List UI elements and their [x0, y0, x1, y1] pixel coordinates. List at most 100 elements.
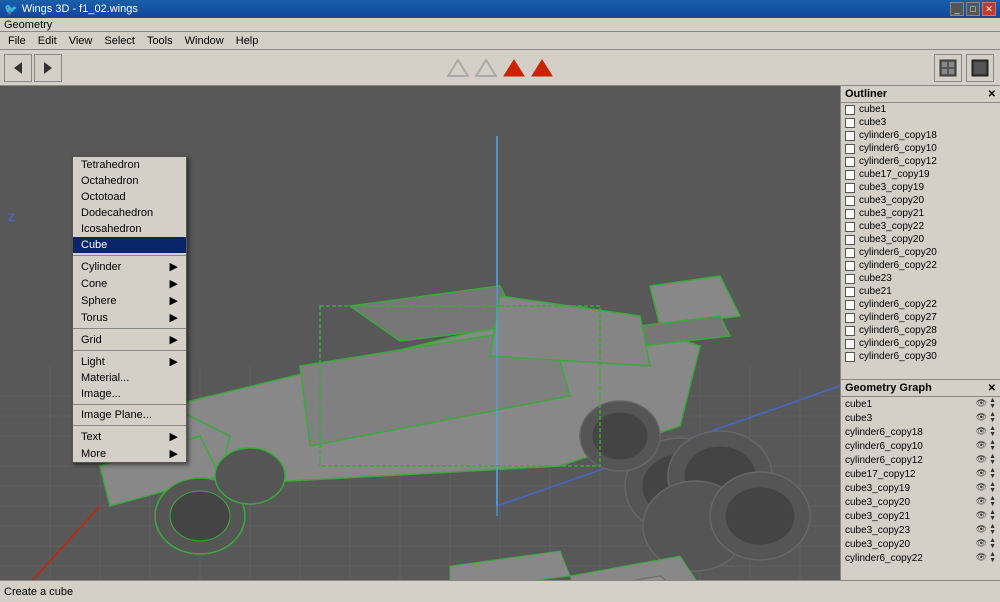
outliner-item[interactable]: cylinder6_copy10: [841, 142, 1000, 155]
outliner-list[interactable]: cube1cube3cylinder6_copy18cylinder6_copy…: [841, 103, 1000, 376]
outliner-item[interactable]: cube23: [841, 272, 1000, 285]
toolbar-left-btn1[interactable]: [4, 54, 32, 82]
geo-graph-list[interactable]: cube1 👁 ▲ ▼ cube3 👁 ▲ ▼ cylinder6_copy18…: [841, 397, 1000, 577]
geo-graph-item[interactable]: cylinder6_copy10 👁 ▲ ▼: [841, 439, 1000, 453]
outliner-checkbox[interactable]: [845, 118, 855, 128]
geo-graph-close-button[interactable]: ✕: [988, 383, 996, 394]
arrow-down-icon[interactable]: ▼: [989, 474, 996, 480]
ctx-icosahedron[interactable]: Icosahedron: [73, 221, 186, 237]
eye-icon[interactable]: 👁: [976, 524, 987, 536]
viewport[interactable]: Z X: [0, 86, 840, 580]
toolbar-view-btn1[interactable]: [934, 54, 962, 82]
outliner-checkbox[interactable]: [845, 326, 855, 336]
outliner-checkbox[interactable]: [845, 196, 855, 206]
outliner-item[interactable]: cube3: [841, 116, 1000, 129]
geo-graph-item[interactable]: cube3_copy20 👁 ▲ ▼: [841, 495, 1000, 509]
outliner-checkbox[interactable]: [845, 248, 855, 258]
eye-icon[interactable]: 👁: [976, 398, 987, 410]
eye-icon[interactable]: 👁: [976, 440, 987, 452]
outliner-checkbox[interactable]: [845, 313, 855, 323]
ctx-text[interactable]: Text ▶: [73, 428, 186, 445]
outliner-checkbox[interactable]: [845, 183, 855, 193]
outliner-checkbox[interactable]: [845, 144, 855, 154]
menu-tools[interactable]: Tools: [141, 34, 179, 48]
minimize-button[interactable]: _: [950, 2, 964, 16]
outliner-item[interactable]: cylinder6_copy12: [841, 155, 1000, 168]
geo-graph-item[interactable]: cube17_copy12 👁 ▲ ▼: [841, 467, 1000, 481]
ctx-more[interactable]: More ▶: [73, 445, 186, 462]
outliner-item[interactable]: cube21: [841, 285, 1000, 298]
outliner-checkbox[interactable]: [845, 339, 855, 349]
geo-graph-item[interactable]: cube3_copy23 👁 ▲ ▼: [841, 523, 1000, 537]
menu-edit[interactable]: Edit: [32, 34, 63, 48]
outliner-checkbox[interactable]: [845, 105, 855, 115]
ctx-grid[interactable]: Grid ▶: [73, 331, 186, 348]
arrow-down-icon[interactable]: ▼: [989, 488, 996, 494]
outliner-checkbox[interactable]: [845, 157, 855, 167]
tri-filled-red-2[interactable]: [531, 57, 553, 79]
outliner-item[interactable]: cube3_copy21: [841, 207, 1000, 220]
ctx-torus[interactable]: Torus ▶: [73, 309, 186, 326]
toolbar-left-btn2[interactable]: [34, 54, 62, 82]
close-button[interactable]: ✕: [982, 2, 996, 16]
outliner-checkbox[interactable]: [845, 274, 855, 284]
outliner-item[interactable]: cylinder6_copy22: [841, 259, 1000, 272]
eye-icon[interactable]: 👁: [976, 496, 987, 508]
ctx-sphere[interactable]: Sphere ▶: [73, 292, 186, 309]
outliner-checkbox[interactable]: [845, 261, 855, 271]
eye-icon[interactable]: 👁: [976, 510, 987, 522]
outliner-checkbox[interactable]: [845, 352, 855, 362]
geo-graph-item[interactable]: cube3 👁 ▲ ▼: [841, 411, 1000, 425]
outliner-checkbox[interactable]: [845, 170, 855, 180]
ctx-dodecahedron[interactable]: Dodecahedron: [73, 205, 186, 221]
outliner-checkbox[interactable]: [845, 222, 855, 232]
arrow-down-icon[interactable]: ▼: [989, 516, 996, 522]
eye-icon[interactable]: 👁: [976, 538, 987, 550]
maximize-button[interactable]: □: [966, 2, 980, 16]
outliner-item[interactable]: cube3_copy20: [841, 194, 1000, 207]
ctx-octahedron[interactable]: Octahedron: [73, 173, 186, 189]
outliner-item[interactable]: cylinder6_copy28: [841, 324, 1000, 337]
toolbar-view-btn2[interactable]: [966, 54, 994, 82]
outliner-close-button[interactable]: ✕: [988, 89, 996, 100]
menu-select[interactable]: Select: [98, 34, 141, 48]
ctx-octotoad[interactable]: Octotoad: [73, 189, 186, 205]
ctx-image[interactable]: Image...: [73, 386, 186, 402]
geo-graph-item[interactable]: cylinder6_copy22 👁 ▲ ▼: [841, 551, 1000, 565]
arrow-down-icon[interactable]: ▼: [989, 544, 996, 550]
outliner-item[interactable]: cube1: [841, 103, 1000, 116]
outliner-item[interactable]: cylinder6_copy29: [841, 337, 1000, 350]
geo-graph-item[interactable]: cube3_copy21 👁 ▲ ▼: [841, 509, 1000, 523]
ctx-tetrahedron[interactable]: Tetrahedron: [73, 157, 186, 173]
eye-icon[interactable]: 👁: [976, 468, 987, 480]
arrow-down-icon[interactable]: ▼: [989, 558, 996, 564]
outliner-item[interactable]: cube3_copy19: [841, 181, 1000, 194]
outliner-item[interactable]: cylinder6_copy27: [841, 311, 1000, 324]
ctx-cylinder[interactable]: Cylinder ▶: [73, 258, 186, 275]
geo-graph-item[interactable]: cylinder6_copy12 👁 ▲ ▼: [841, 453, 1000, 467]
outliner-item[interactable]: cube3_copy20: [841, 233, 1000, 246]
tri-filled-red-1[interactable]: [503, 57, 525, 79]
context-menu[interactable]: Tetrahedron Octahedron Octotoad Dodecahe…: [72, 156, 187, 463]
eye-icon[interactable]: 👁: [976, 426, 987, 438]
outliner-item[interactable]: cylinder6_copy18: [841, 129, 1000, 142]
geo-graph-item[interactable]: cube1 👁 ▲ ▼: [841, 397, 1000, 411]
outliner-checkbox[interactable]: [845, 235, 855, 245]
eye-icon[interactable]: 👁: [976, 412, 987, 424]
tri-outline-up-2[interactable]: [475, 57, 497, 79]
outliner-item[interactable]: cube17_copy19: [841, 168, 1000, 181]
eye-icon[interactable]: 👁: [976, 482, 987, 494]
menu-view[interactable]: View: [63, 34, 99, 48]
arrow-down-icon[interactable]: ▼: [989, 404, 996, 410]
arrow-down-icon[interactable]: ▼: [989, 418, 996, 424]
menu-window[interactable]: Window: [179, 34, 230, 48]
ctx-image-plane[interactable]: Image Plane...: [73, 407, 186, 423]
geo-graph-item[interactable]: cube3_copy20 👁 ▲ ▼: [841, 537, 1000, 551]
eye-icon[interactable]: 👁: [976, 454, 987, 466]
ctx-material[interactable]: Material...: [73, 370, 186, 386]
arrow-down-icon[interactable]: ▼: [989, 460, 996, 466]
outliner-item[interactable]: cylinder6_copy30: [841, 350, 1000, 363]
ctx-cube[interactable]: Cube: [73, 237, 186, 253]
arrow-down-icon[interactable]: ▼: [989, 446, 996, 452]
eye-icon[interactable]: 👁: [976, 552, 987, 564]
